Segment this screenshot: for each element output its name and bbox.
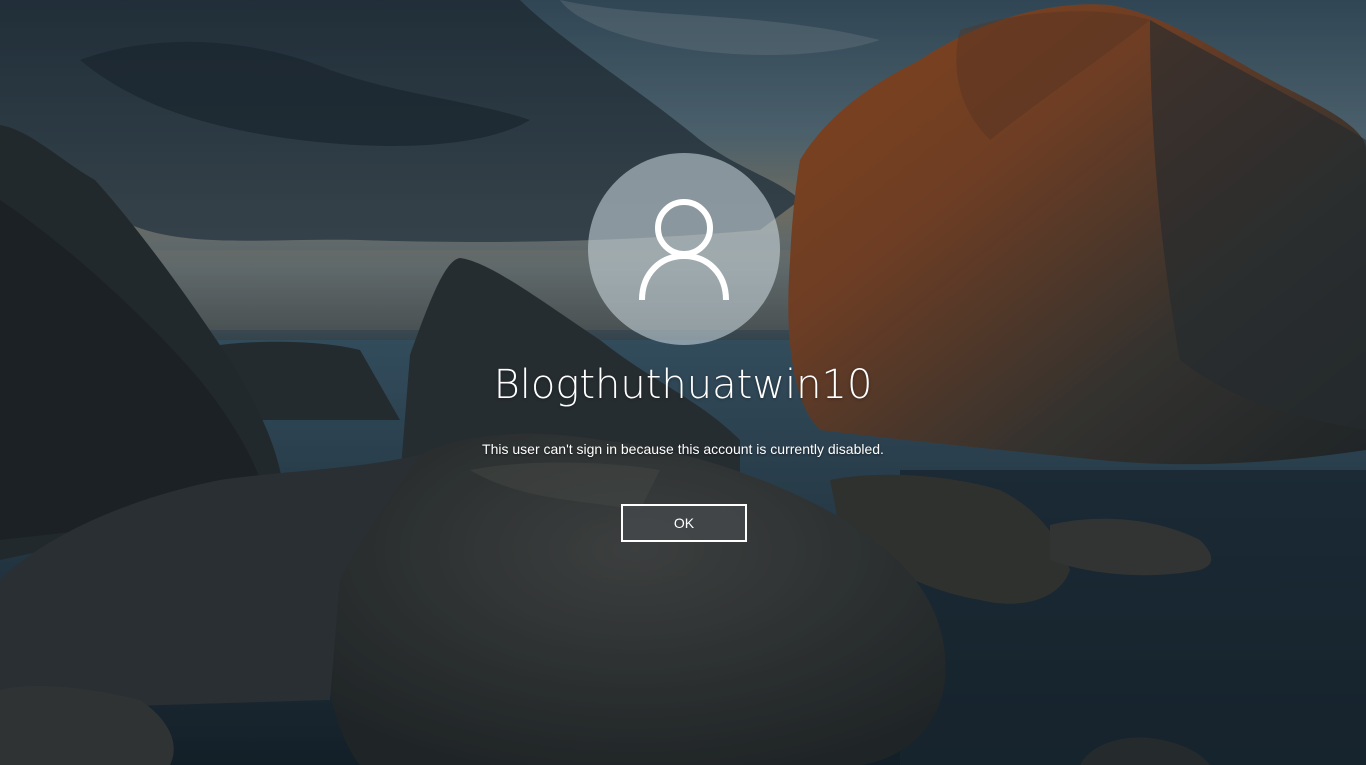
lock-screen: Blogthuthuatwin10 This user can't sign i… — [0, 0, 1366, 765]
user-name: Blogthuthuatwin10 — [493, 362, 873, 408]
ok-button[interactable]: OK — [621, 504, 747, 542]
account-disabled-message: This user can't sign in because this acc… — [482, 441, 884, 457]
user-avatar — [588, 153, 780, 345]
user-silhouette-icon — [639, 199, 729, 301]
